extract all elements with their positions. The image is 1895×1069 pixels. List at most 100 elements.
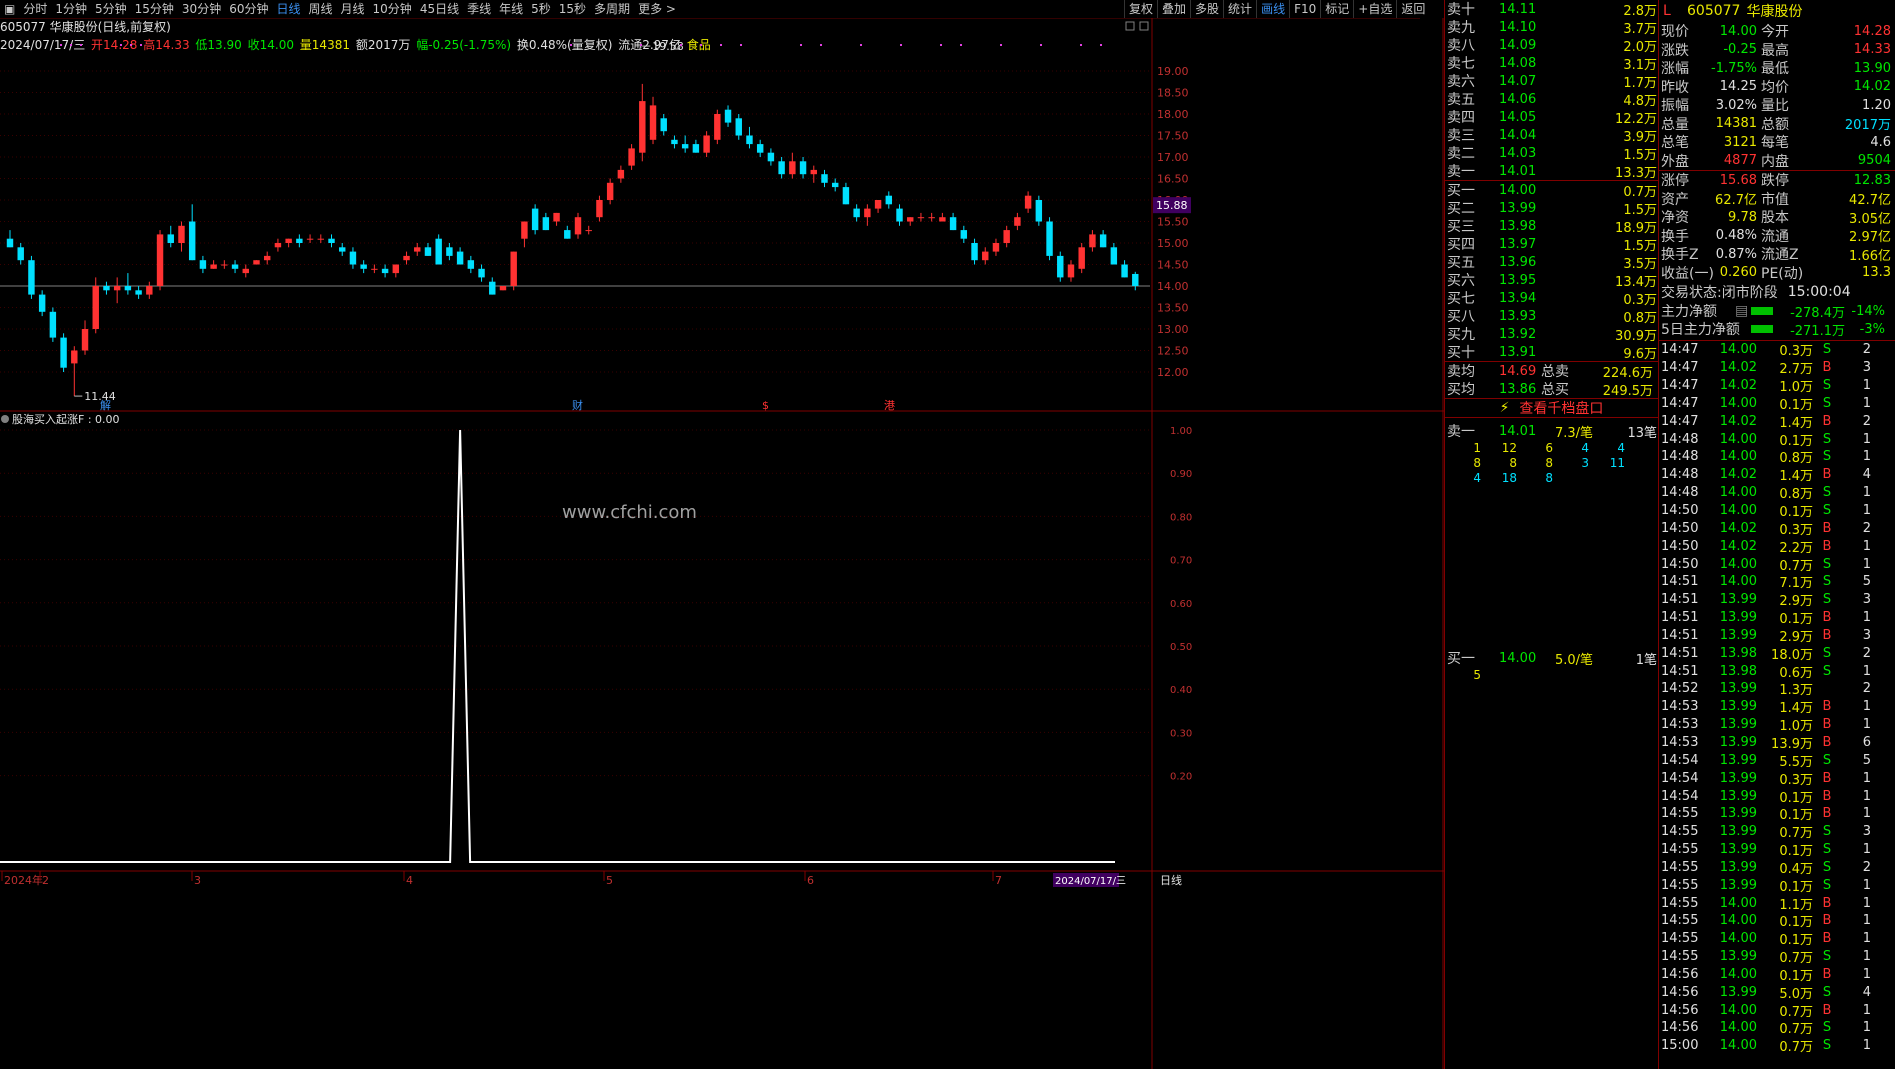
candle (853, 204, 860, 222)
candle (349, 247, 357, 269)
event-marker-1[interactable]: 财 (572, 398, 583, 412)
candle (146, 281, 153, 299)
candle (907, 217, 914, 226)
kline-chart[interactable]: 19.0018.5018.0017.5017.0016.5016.0015.50… (0, 0, 1444, 1069)
candle (274, 238, 282, 252)
candle (821, 169, 828, 188)
buy-level-6[interactable]: 买七 13.94 0.3万 (1445, 289, 1658, 308)
svg-text:19.58: 19.58 (652, 40, 684, 53)
signal-dot (740, 44, 742, 46)
sell-level-2[interactable]: 卖八 14.09 2.0万 (1445, 36, 1658, 55)
sell-level-8[interactable]: 卖二 14.03 1.5万 (1445, 144, 1658, 163)
candle (1024, 191, 1032, 213)
candle (60, 333, 67, 372)
candle (692, 139, 700, 153)
candle (1057, 251, 1064, 282)
flow-bar (1751, 307, 1773, 315)
quote-row-4: 振幅 3.02% 量比 1.20 (1661, 97, 1891, 115)
event-marker-3[interactable]: 港 (884, 399, 895, 412)
avg-row-0: 卖均 14.69 总卖 224.6万 (1447, 363, 1653, 381)
tick-row: 14:51 13.99 0.1万 B 1 (1661, 610, 1871, 628)
quote-row-0: 现价 14.00 今开 14.28 (1661, 23, 1891, 41)
sell-level-7[interactable]: 卖三 14.04 3.9万 (1445, 126, 1658, 145)
date-tick-5: 6 (807, 874, 814, 887)
candle (874, 200, 882, 213)
candle (671, 135, 678, 149)
price-tick-3: 17.50 (1157, 130, 1189, 143)
candle (403, 251, 410, 265)
candle (221, 260, 228, 269)
candle (521, 221, 528, 248)
price-tick-11: 13.50 (1157, 302, 1189, 315)
sell-level-9[interactable]: 卖一 14.01 13.3万 (1445, 162, 1658, 181)
candle (231, 260, 239, 274)
buy-level-7[interactable]: 买八 13.93 0.8万 (1445, 307, 1658, 326)
watermark: www.cfchi.com (562, 502, 697, 523)
buy-level-2[interactable]: 买三 13.98 18.9万 (1445, 217, 1658, 236)
tick-row: 14:51 13.99 2.9万 S 3 (1661, 592, 1871, 610)
signal-dot (800, 44, 802, 46)
candle (1121, 260, 1128, 278)
sell1-queue-row: 8 8 8 3 11 (1473, 455, 1625, 470)
candle (124, 273, 132, 295)
event-marker-2[interactable]: $ (762, 399, 769, 412)
candle (574, 212, 582, 239)
candle (553, 212, 560, 226)
candle (499, 286, 507, 291)
buy-level-1[interactable]: 买二 13.99 1.5万 (1445, 199, 1658, 218)
candle (6, 230, 14, 248)
flow-bar (1751, 325, 1773, 333)
buy-level-5[interactable]: 买六 13.95 13.4万 (1445, 271, 1658, 290)
tick-row: 14:48 14.00 0.8万 S 1 (1661, 449, 1871, 467)
candle (156, 230, 164, 291)
order-book-panel: 卖十 14.11 2.8万 卖九 14.10 3.7万 卖八 14.09 2.0万 卖七 14.08… (1444, 0, 1658, 1069)
tick-row: 14:51 14.00 7.1万 S 5 (1661, 574, 1871, 592)
indicator-toggle-icon[interactable] (1, 415, 9, 423)
tick-row: 14:56 14.00 0.1万 B 1 (1661, 966, 1871, 984)
candle (135, 286, 142, 299)
buy-level-9[interactable]: 买十 13.91 9.6万 (1445, 343, 1658, 362)
candle (510, 251, 517, 291)
sell-level-5[interactable]: 卖五 14.06 4.8万 (1445, 90, 1658, 109)
candle (317, 234, 325, 243)
tick-row: 14:50 14.02 0.3万 B 2 (1661, 520, 1871, 538)
svg-text:2024/07/17/三: 2024/07/17/三 (1055, 876, 1126, 887)
high-marker: 19.58 (642, 40, 684, 53)
buy-level-4[interactable]: 买五 13.96 3.5万 (1445, 253, 1658, 272)
sell-level-6[interactable]: 卖四 14.05 12.2万 (1445, 108, 1658, 127)
sell-level-0[interactable]: 卖十 14.11 2.8万 (1445, 0, 1658, 19)
tick-row: 14:53 13.99 1.4万 B 1 (1661, 699, 1871, 717)
buy-level-8[interactable]: 买九 13.92 30.9万 (1445, 325, 1658, 344)
view-depth-button[interactable]: ⚡ 查看千档盘口 (1445, 398, 1658, 418)
candle (199, 255, 207, 274)
candle (928, 212, 935, 222)
close-icon[interactable] (1125, 21, 1135, 31)
quote-row-12: 换手Z 0.87% 流通Z 1.66亿 (1661, 246, 1891, 264)
tick-row: 14:47 14.02 2.7万 B 3 (1661, 360, 1871, 378)
tick-row: 14:47 14.00 0.3万 S 2 (1661, 342, 1871, 360)
indicator-tick-6: 0.40 (1170, 685, 1192, 696)
info-icon[interactable]: ▤ (1735, 303, 1751, 319)
indicator-line (0, 429, 1115, 863)
sell-level-4[interactable]: 卖六 14.07 1.7万 (1445, 72, 1658, 91)
buy-level-3[interactable]: 买四 13.97 1.5万 (1445, 235, 1658, 254)
svg-text:15.88: 15.88 (1156, 199, 1188, 212)
candle (746, 126, 753, 149)
maximize-icon[interactable] (1139, 21, 1149, 31)
tick-row: 14:55 13.99 0.1万 S 1 (1661, 877, 1871, 895)
tick-row: 14:47 14.02 1.0万 S 1 (1661, 378, 1871, 396)
tick-row: 14:55 13.99 0.4万 S 2 (1661, 859, 1871, 877)
event-marker-0[interactable]: 解 (100, 398, 111, 412)
tick-row: 14:52 13.99 1.3万 2 (1661, 681, 1871, 699)
tick-row: 14:48 14.00 0.1万 S 1 (1661, 431, 1871, 449)
candle (113, 277, 121, 304)
indicator-tick-4: 0.60 (1170, 599, 1192, 610)
date-tick-4: 5 (606, 874, 613, 887)
signal-dot (940, 44, 942, 46)
buy-level-0[interactable]: 买一 14.00 0.7万 (1445, 181, 1658, 200)
signal-dot (700, 44, 702, 46)
indicator-label: 股海买入起涨F : 0.00 (12, 412, 120, 426)
sell-level-1[interactable]: 卖九 14.10 3.7万 (1445, 18, 1658, 37)
sell-level-3[interactable]: 卖七 14.08 3.1万 (1445, 54, 1658, 73)
price-tick-1: 18.50 (1157, 87, 1189, 100)
